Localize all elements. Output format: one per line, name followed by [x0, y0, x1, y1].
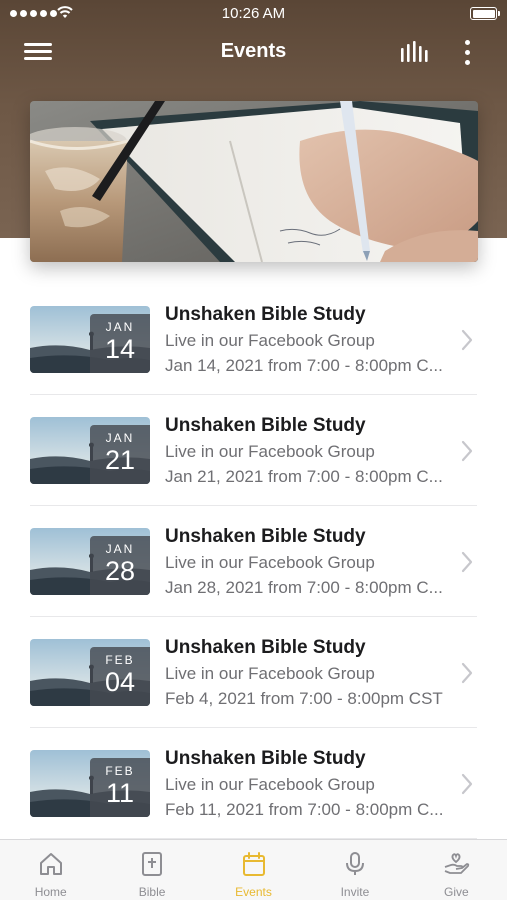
- tab-bar: Home Bible Events Invite Give: [0, 839, 507, 900]
- date-day: 14: [104, 334, 136, 364]
- event-thumbnail: JAN 28: [30, 528, 150, 595]
- tab-label: Invite: [340, 885, 370, 899]
- date-month: JAN: [105, 431, 135, 445]
- events-list: JAN 14 Unshaken Bible Study Live in our …: [0, 284, 507, 839]
- event-time: Feb 4, 2021 from 7:00 - 8:00pm CST: [165, 689, 443, 708]
- chevron-right-icon: [461, 662, 473, 684]
- event-list-item[interactable]: JAN 14 Unshaken Bible Study Live in our …: [0, 284, 507, 395]
- tab-label: Events: [235, 885, 272, 899]
- chevron-right-icon: [461, 551, 473, 573]
- event-thumbnail: FEB 04: [30, 639, 150, 706]
- date-badge: JAN 28: [90, 536, 150, 595]
- event-list-item[interactable]: FEB 11 Unshaken Bible Study Live in our …: [0, 728, 507, 839]
- tab-bible[interactable]: Bible: [101, 840, 202, 900]
- event-title: Unshaken Bible Study: [165, 637, 366, 658]
- tab-invite[interactable]: Invite: [304, 840, 405, 900]
- battery-icon: [470, 7, 500, 20]
- event-location: Live in our Facebook Group: [165, 553, 375, 572]
- event-list-item[interactable]: JAN 28 Unshaken Bible Study Live in our …: [0, 506, 507, 617]
- hero-banner-image: [30, 101, 478, 262]
- date-badge: FEB 11: [90, 758, 150, 817]
- tab-label: Give: [443, 885, 469, 899]
- date-month: FEB: [105, 653, 135, 667]
- chevron-right-icon: [461, 440, 473, 462]
- chevron-right-icon: [461, 329, 473, 351]
- calendar-icon: [242, 852, 265, 876]
- tab-give[interactable]: Give: [406, 840, 507, 900]
- give-hand-heart-icon: [444, 853, 470, 874]
- date-month: JAN: [105, 320, 135, 334]
- date-day: 04: [104, 667, 136, 697]
- home-icon: [39, 853, 62, 875]
- tab-label: Bible: [138, 885, 166, 899]
- status-time: 10:26 AM: [221, 5, 286, 22]
- event-list-item[interactable]: JAN 21 Unshaken Bible Study Live in our …: [0, 395, 507, 506]
- event-location: Live in our Facebook Group: [165, 331, 375, 350]
- event-thumbnail: JAN 14: [30, 306, 150, 373]
- status-bar: 10:26 AM: [0, 0, 507, 28]
- date-badge: JAN 21: [90, 425, 150, 484]
- event-title: Unshaken Bible Study: [165, 526, 366, 547]
- event-location: Live in our Facebook Group: [165, 775, 375, 794]
- event-title: Unshaken Bible Study: [165, 415, 366, 436]
- nav-bar: Events: [0, 28, 507, 76]
- bible-icon: [142, 852, 163, 876]
- event-location: Live in our Facebook Group: [165, 664, 375, 683]
- event-time: Jan 28, 2021 from 7:00 - 8:00pm C...: [165, 578, 443, 597]
- date-month: JAN: [105, 542, 135, 556]
- more-options-icon[interactable]: [458, 38, 478, 68]
- chevron-right-icon: [461, 773, 473, 795]
- event-time: Feb 11, 2021 from 7:00 - 8:00pm C...: [165, 800, 444, 819]
- event-title: Unshaken Bible Study: [165, 748, 366, 769]
- event-location: Live in our Facebook Group: [165, 442, 375, 461]
- event-time: Jan 14, 2021 from 7:00 - 8:00pm C...: [165, 356, 443, 375]
- event-title: Unshaken Bible Study: [165, 304, 366, 325]
- date-day: 21: [104, 445, 136, 475]
- event-thumbnail: JAN 21: [30, 417, 150, 484]
- event-time: Jan 21, 2021 from 7:00 - 8:00pm C...: [165, 467, 443, 486]
- tab-events[interactable]: Events: [203, 840, 304, 900]
- date-month: FEB: [105, 764, 135, 778]
- date-day: 11: [105, 778, 135, 808]
- tab-label: Home: [34, 885, 67, 899]
- event-list-item[interactable]: FEB 04 Unshaken Bible Study Live in our …: [0, 617, 507, 728]
- event-thumbnail: FEB 11: [30, 750, 150, 817]
- date-badge: FEB 04: [90, 647, 150, 706]
- microphone-icon: [345, 852, 364, 875]
- date-badge: JAN 14: [90, 314, 150, 373]
- audio-bars-icon[interactable]: [398, 40, 432, 66]
- tab-home[interactable]: Home: [0, 840, 101, 900]
- date-day: 28: [104, 556, 136, 586]
- hamburger-menu-icon[interactable]: [24, 40, 54, 64]
